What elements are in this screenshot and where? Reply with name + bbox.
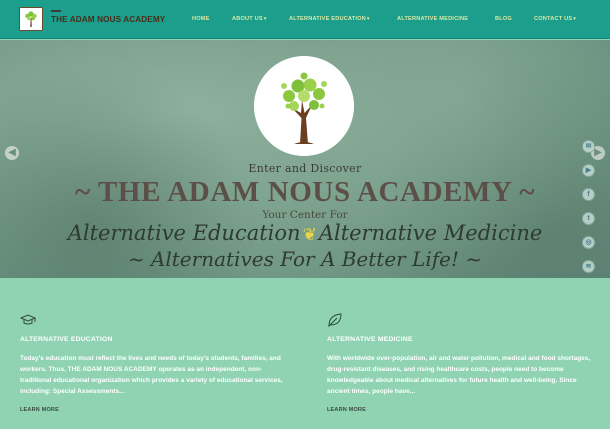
hero-subtitle: Your Center For bbox=[262, 209, 348, 221]
feature-title: ALTERNATIVE EDUCATION bbox=[20, 336, 113, 343]
leaf-icon: ❦ bbox=[302, 225, 317, 245]
nav-item-label: ABOUT US bbox=[232, 16, 263, 22]
hero-title: ~ THE ADAM NOUS ACADEMY ~ bbox=[74, 176, 536, 208]
tree-logo-icon bbox=[20, 8, 42, 30]
email-icon[interactable]: ✉ bbox=[582, 140, 595, 153]
site-header: THE ADAM NOUS ACADEMY HOME ABOUT US▾ ALT… bbox=[0, 0, 610, 39]
arrow-left-icon[interactable]: ◀ bbox=[5, 146, 19, 160]
feature-text: Today's education must reflect the lives… bbox=[20, 355, 283, 395]
chevron-down-icon: ▾ bbox=[366, 16, 370, 22]
hero-tagline-right: Alternative Medicine bbox=[318, 221, 543, 245]
features-section: ALTERNATIVE EDUCATION Today's education … bbox=[0, 278, 610, 429]
hero-tagline-line2: ~ Alternatives For A Better Life! ~ bbox=[127, 247, 483, 271]
hero-logo bbox=[254, 56, 354, 156]
leaf-icon bbox=[328, 313, 342, 328]
hero-slider: Enter and Discover ~ THE ADAM NOUS ACADE… bbox=[0, 40, 610, 278]
feature-text: With worldwide over-population, air and … bbox=[327, 355, 591, 395]
nav-item-contact-us[interactable]: CONTACT US▾ bbox=[534, 16, 576, 22]
tree-logo-icon bbox=[254, 56, 354, 156]
rss-icon[interactable]: ≋ bbox=[582, 260, 595, 273]
chevron-down-icon: ▾ bbox=[573, 16, 576, 22]
site-title[interactable]: THE ADAM NOUS ACADEMY bbox=[51, 15, 165, 24]
youtube-icon[interactable]: ▶ bbox=[582, 164, 595, 177]
nav-item-alternative-education[interactable]: ALTERNATIVE EDUCATION▾ bbox=[289, 16, 370, 22]
nav-item-blog[interactable]: BLOG bbox=[495, 16, 512, 22]
hero-enter-text: Enter and Discover bbox=[248, 162, 362, 175]
nav-item-label: BLOG bbox=[495, 16, 512, 22]
chevron-down-icon: ▾ bbox=[263, 16, 267, 22]
title-accent-bar bbox=[51, 10, 61, 12]
facebook-icon[interactable]: f bbox=[582, 188, 595, 201]
instagram-icon[interactable]: ◎ bbox=[582, 236, 595, 249]
feature-title: ALTERNATIVE MEDICINE bbox=[327, 336, 413, 343]
nav-item-label: ALTERNATIVE EDUCATION bbox=[289, 16, 366, 22]
site-logo[interactable] bbox=[19, 7, 43, 31]
nav-item-home[interactable]: HOME bbox=[192, 16, 210, 22]
nav-item-label: HOME bbox=[192, 16, 210, 22]
nav-item-label: CONTACT US bbox=[534, 16, 573, 22]
learn-more-link[interactable]: LEARN MORE bbox=[327, 407, 366, 413]
graduation-cap-icon bbox=[20, 314, 36, 325]
hero-tagline: Alternative Education ❦Alternative Medici… bbox=[0, 221, 610, 245]
learn-more-link[interactable]: LEARN MORE bbox=[20, 407, 59, 413]
twitter-icon[interactable]: t bbox=[582, 212, 595, 225]
nav-item-alternative-medicine[interactable]: ALTERNATIVE MEDICINE bbox=[397, 16, 468, 22]
nav-item-label: ALTERNATIVE MEDICINE bbox=[397, 16, 469, 22]
hero-tagline-left: Alternative Education bbox=[67, 221, 301, 245]
nav-item-about-us[interactable]: ABOUT US▾ bbox=[232, 16, 267, 22]
